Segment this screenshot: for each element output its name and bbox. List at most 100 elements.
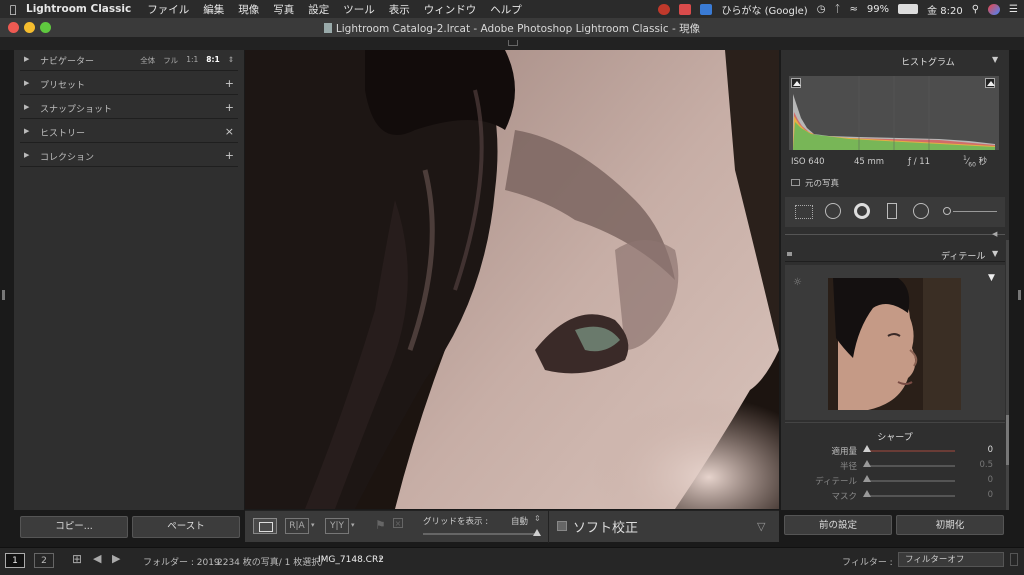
radius-slider-track[interactable]: [867, 465, 955, 467]
clear-history-icon[interactable]: ×: [225, 125, 234, 138]
crop-overlay-tool-icon[interactable]: [795, 205, 813, 219]
presets-header[interactable]: ▶ プリセット +: [20, 74, 238, 95]
spot-removal-tool-icon[interactable]: [825, 203, 841, 219]
zoom-8to1-option[interactable]: 8:1: [206, 55, 219, 66]
right-panel-scrollbar[interactable]: [1006, 240, 1009, 510]
detail-value[interactable]: 0: [977, 475, 993, 485]
grid-overlay-value[interactable]: 自動: [511, 515, 528, 527]
input-source-icon[interactable]: [700, 3, 713, 15]
reset-button[interactable]: 初期化: [896, 515, 1004, 535]
red-eye-tool-icon[interactable]: [854, 203, 870, 219]
menu-develop[interactable]: 現像: [238, 2, 259, 17]
target-adjust-icon[interactable]: ☼: [793, 277, 802, 288]
spotlight-search-icon[interactable]: ⚲: [972, 4, 979, 15]
zoom-stepper-icon[interactable]: ⇕: [228, 55, 234, 66]
siri-icon[interactable]: [988, 3, 1001, 15]
filter-dropdown[interactable]: フィルターオフ: [898, 552, 1004, 567]
add-preset-icon[interactable]: +: [225, 77, 234, 90]
radius-slider-knob[interactable]: [863, 460, 871, 467]
bluetooth-icon[interactable]: ᛏ: [834, 4, 840, 15]
filename-dropdown-icon[interactable]: ▾: [379, 555, 383, 563]
grid-size-slider[interactable]: [423, 533, 539, 535]
paste-settings-button[interactable]: ペースト: [132, 516, 240, 538]
detail-preview-area: ☼ ▼: [785, 265, 1005, 420]
detail-zoom-preview[interactable]: [828, 278, 961, 410]
menu-edit[interactable]: 編集: [203, 2, 224, 17]
left-panel-toggle-icon[interactable]: [2, 290, 6, 300]
masking-slider-knob[interactable]: [863, 490, 871, 497]
menu-settings[interactable]: 設定: [308, 2, 329, 17]
shadow-clipping-indicator[interactable]: [791, 78, 801, 88]
amount-value[interactable]: 0: [977, 445, 993, 455]
preview-toggle-triangle-icon[interactable]: ▼: [988, 273, 995, 283]
zoom-fit-option[interactable]: 全体: [140, 55, 155, 66]
secondary-window-button[interactable]: 2: [34, 553, 54, 568]
flag-icon[interactable]: ⚑: [375, 518, 386, 532]
grid-size-slider-knob[interactable]: [533, 529, 541, 536]
current-filename[interactable]: IMG_7148.CR2: [318, 555, 384, 565]
collapse-triangle-icon[interactable]: ▼: [992, 249, 998, 258]
collapse-triangle-icon[interactable]: ▼: [992, 55, 998, 64]
amount-slider-knob[interactable]: [863, 445, 871, 452]
menu-help[interactable]: ヘルプ: [490, 2, 522, 17]
menu-tools[interactable]: ツール: [343, 2, 375, 17]
navigator-header[interactable]: ▶ ナビゲーター 全体 フル 1:1 8:1 ⇕: [20, 50, 238, 71]
snapshots-header[interactable]: ▶ スナップショット +: [20, 98, 238, 119]
loupe-view-button[interactable]: [253, 518, 277, 534]
time-machine-icon[interactable]: ◷: [817, 4, 826, 15]
radial-filter-icon[interactable]: [913, 203, 929, 219]
detail-slider-track[interactable]: [867, 480, 955, 482]
menu-file[interactable]: ファイル: [147, 2, 189, 17]
app-b-icon[interactable]: [679, 3, 692, 15]
app-name-menu[interactable]: Lightroom Classic: [26, 3, 131, 15]
battery-icon[interactable]: [898, 4, 919, 14]
masking-slider-track[interactable]: [867, 495, 955, 497]
original-photo-checkbox[interactable]: [791, 179, 800, 186]
apple-icon[interactable]: : [0, 3, 26, 16]
stepper-icon[interactable]: ⇕: [534, 514, 541, 523]
before-after-lr-button[interactable]: R|A: [285, 518, 309, 534]
grid-view-icon[interactable]: ⊞: [72, 552, 82, 566]
menu-window[interactable]: ウィンドウ: [424, 2, 477, 17]
dropdown-arrow-icon[interactable]: ▾: [351, 521, 355, 529]
top-panel-strip[interactable]: [0, 38, 1024, 50]
collections-header[interactable]: ▶ コレクション +: [20, 146, 238, 167]
histogram-graph[interactable]: [789, 76, 999, 150]
before-after-tb-button[interactable]: Y|Y: [325, 518, 349, 534]
creative-cloud-icon[interactable]: [658, 3, 671, 15]
dropdown-arrow-icon[interactable]: ▾: [311, 521, 315, 529]
collapsed-panel-triangle-icon[interactable]: ◀: [992, 230, 997, 238]
forward-arrow-icon[interactable]: ▶: [112, 552, 120, 565]
notification-center-icon[interactable]: ☰: [1009, 4, 1018, 15]
soft-proof-checkbox[interactable]: [557, 521, 567, 531]
adjustment-brush-icon[interactable]: [943, 207, 951, 215]
menu-view[interactable]: 表示: [389, 2, 410, 17]
masking-value[interactable]: 0: [977, 490, 993, 500]
right-panel-toggle-icon[interactable]: [1017, 290, 1021, 300]
previous-settings-button[interactable]: 前の設定: [784, 515, 892, 535]
add-collection-icon[interactable]: +: [225, 149, 234, 162]
clock[interactable]: 金 8:20: [927, 2, 963, 17]
panel-switch-icon[interactable]: [787, 252, 792, 256]
battery-percent[interactable]: 99%: [867, 4, 889, 15]
menu-photo[interactable]: 写真: [273, 2, 294, 17]
zoom-1to1-option[interactable]: 1:1: [186, 55, 198, 66]
toolbar-options-icon[interactable]: ▽: [757, 520, 765, 533]
amount-slider-track[interactable]: [867, 450, 955, 452]
radius-value[interactable]: 0.5: [977, 460, 993, 470]
input-source-label[interactable]: ひらがな (Google): [721, 2, 807, 17]
graduated-filter-icon[interactable]: [887, 203, 897, 219]
wifi-icon[interactable]: ≈: [849, 4, 857, 15]
zoom-fill-option[interactable]: フル: [163, 55, 178, 66]
filter-lock-icon[interactable]: [1010, 553, 1018, 566]
add-snapshot-icon[interactable]: +: [225, 101, 234, 114]
copy-settings-button[interactable]: コピー...: [20, 516, 128, 538]
history-header[interactable]: ▶ ヒストリー ×: [20, 122, 238, 143]
back-arrow-icon[interactable]: ◀: [93, 552, 101, 565]
reject-flag-icon[interactable]: ×: [393, 518, 403, 528]
main-photo-view[interactable]: [245, 50, 779, 509]
detail-slider-knob[interactable]: [863, 475, 871, 482]
highlight-clipping-indicator[interactable]: [985, 78, 995, 88]
primary-window-button[interactable]: 1: [5, 553, 25, 568]
detail-header[interactable]: ディテール ▼: [785, 246, 1005, 262]
